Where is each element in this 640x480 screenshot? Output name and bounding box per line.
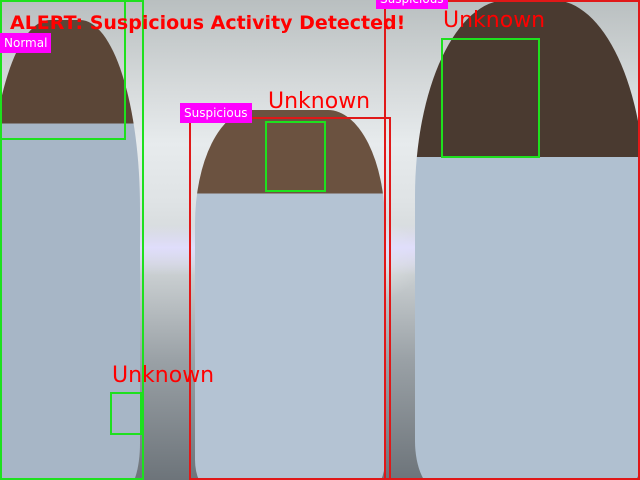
status-tag-suspicious-center: Suspicious	[180, 103, 252, 123]
alert-banner: ALERT: Suspicious Activity Detected!	[10, 12, 406, 34]
face-box-right	[441, 38, 540, 158]
face-box-center	[265, 121, 326, 192]
status-tag-normal: Normal	[0, 33, 52, 53]
camera-frame: Normal Suspicious Suspicious Unknown Unk…	[0, 0, 640, 480]
face-box-small	[110, 392, 142, 435]
face-label-small: Unknown	[112, 363, 215, 388]
status-tag-suspicious-right: Suspicious	[376, 0, 448, 9]
face-label-right: Unknown	[443, 8, 546, 33]
face-label-center: Unknown	[268, 89, 371, 114]
